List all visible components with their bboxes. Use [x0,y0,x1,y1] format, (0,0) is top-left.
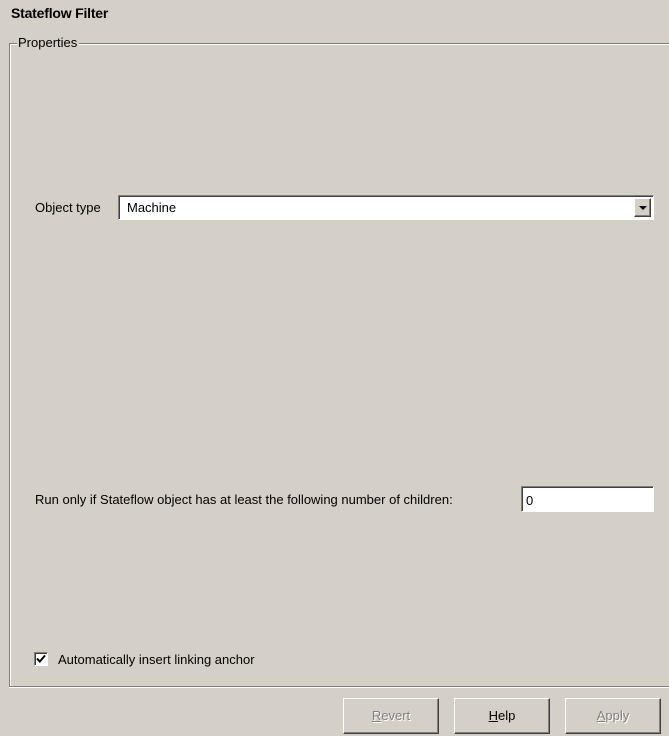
revert-button[interactable]: Revert [343,698,439,734]
object-type-value: Machine [127,200,177,215]
object-type-label: Object type [35,200,101,215]
apply-button[interactable]: Apply [565,698,661,734]
help-button[interactable]: Help [454,698,550,734]
properties-group-label: Properties [17,35,80,51]
apply-label: pply [605,708,630,723]
linking-anchor-label: Automatically insert linking anchor [58,652,255,667]
panel-title: Stateflow Filter [11,5,109,21]
children-count-label: Run only if Stateflow object has at leas… [35,492,453,507]
object-type-combobox[interactable]: Machine [118,195,654,220]
revert-label: evert [381,708,411,723]
object-type-dropdown-button[interactable] [634,198,651,217]
children-count-input[interactable] [521,486,654,512]
help-mnemonic: H [488,708,499,723]
revert-mnemonic: R [371,708,382,723]
checkmark-icon [36,654,46,663]
chevron-down-icon [639,206,647,210]
linking-anchor-checkbox[interactable] [34,652,48,666]
help-label: elp [498,708,516,723]
properties-groupbox [9,43,669,687]
